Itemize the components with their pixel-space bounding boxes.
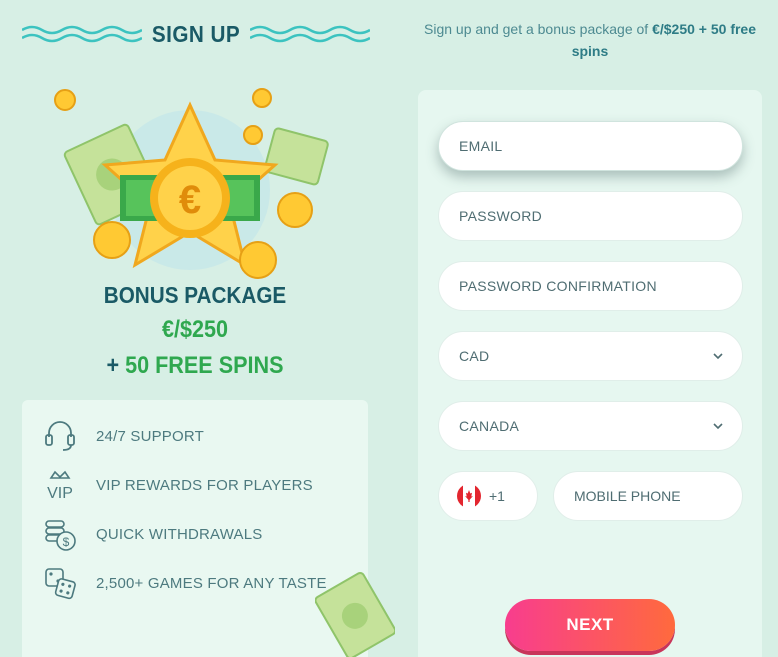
- phone-code-value: +1: [489, 488, 505, 504]
- headset-icon: [42, 418, 78, 454]
- currency-value: CAD: [459, 348, 490, 364]
- svg-text:VIP: VIP: [47, 485, 73, 502]
- country-value: CANADA: [459, 418, 520, 434]
- canada-flag-icon: [457, 484, 481, 508]
- chevron-down-icon: [713, 423, 723, 430]
- password-field[interactable]: PASSWORD: [438, 191, 743, 241]
- country-select[interactable]: CANADA: [438, 401, 743, 451]
- feature-games: 2,500+ GAMES FOR ANY TASTE: [42, 563, 327, 603]
- bonus-package-title: BONUS PACKAGE: [103, 282, 287, 308]
- bonus-column: SIGN UP € BONUS PACKAGE €/$250 + 50 FREE…: [0, 0, 395, 657]
- feature-support: 24/7 SUPPORT: [42, 416, 204, 456]
- mobile-phone-field[interactable]: MOBILE PHONE: [553, 471, 743, 521]
- page-title: SIGN UP: [151, 20, 241, 47]
- coins-stack-icon: $: [42, 516, 78, 552]
- svg-text:€: €: [179, 178, 201, 222]
- dice-icon: [42, 565, 78, 601]
- signup-header: SIGN UP: [22, 18, 370, 50]
- phone-country-code-select[interactable]: +1: [438, 471, 538, 521]
- feature-label: 24/7 SUPPORT: [96, 427, 205, 445]
- feature-label: QUICK WITHDRAWALS: [96, 525, 263, 543]
- banknote-decoration: [315, 571, 395, 657]
- password-confirmation-placeholder: PASSWORD CONFIRMATION: [459, 278, 657, 294]
- password-placeholder: PASSWORD: [459, 208, 543, 224]
- bonus-amount: €/$250: [161, 316, 229, 343]
- svg-text:$: $: [63, 535, 70, 549]
- promo-text: Sign up and get a bonus package of €/$25…: [420, 18, 760, 62]
- promo-prefix: Sign up and get a bonus package of: [424, 21, 653, 37]
- currency-select[interactable]: CAD: [438, 331, 743, 381]
- bonus-star-illustration: €: [54, 88, 329, 279]
- wave-decoration-left: [22, 25, 142, 43]
- feature-label: VIP REWARDS FOR PLAYERS: [96, 476, 313, 494]
- bonus-free-spins: + 50 FREE SPINS: [20, 352, 371, 380]
- password-confirmation-field[interactable]: PASSWORD CONFIRMATION: [438, 261, 743, 311]
- email-field[interactable]: EMAIL: [438, 121, 743, 171]
- feature-label: 2,500+ GAMES FOR ANY TASTE: [96, 574, 327, 592]
- free-spins-label: 50 FREE SPINS: [125, 352, 284, 379]
- mobile-phone-placeholder: MOBILE PHONE: [574, 488, 681, 504]
- feature-vip: VIP VIP REWARDS FOR PLAYERS: [42, 465, 313, 505]
- wave-decoration-right: [249, 25, 370, 43]
- chevron-down-icon: [713, 353, 723, 360]
- vip-crown-icon: VIP: [42, 467, 78, 503]
- plus-sign: +: [106, 352, 120, 379]
- feature-withdrawals: $ QUICK WITHDRAWALS: [42, 514, 262, 554]
- email-placeholder: EMAIL: [459, 138, 503, 154]
- next-button[interactable]: NEXT: [505, 599, 675, 651]
